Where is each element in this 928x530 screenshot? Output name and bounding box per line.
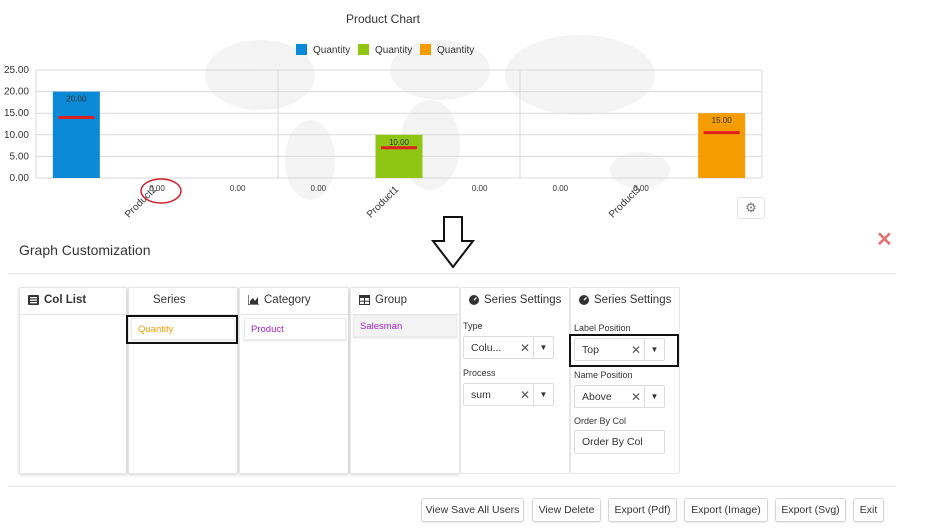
series-header: Series [129,288,237,312]
category-chip-product[interactable]: Product [244,318,346,340]
x-category-label: Product3 [607,184,643,220]
bar [52,91,100,178]
series-settings-panel-1: Series Settings Type Colu... ✕ ▼ Process… [460,287,570,474]
chart-title: Product Chart [346,12,421,26]
category-label: Category [264,294,311,306]
graph-customization-title: Graph Customization [19,242,151,258]
export-pdf-button[interactable]: Export (Pdf) [608,498,677,522]
chart-settings-button[interactable]: ⚙ [737,197,765,219]
red-circle-annotation [140,178,182,204]
divider [8,486,896,487]
data-label: 0.00 [230,184,246,193]
data-label: 20.00 [66,95,87,104]
legend-swatch [296,44,307,55]
y-tick-label: 10.00 [4,130,29,141]
order-by-input[interactable]: Order By Col [574,430,665,454]
series-settings-label-2: Series Settings [594,294,672,306]
tachometer-icon [469,295,479,305]
name-position-label: Name Position [574,370,633,380]
view-delete-button[interactable]: View Delete [532,498,601,522]
name-position-value: Above [582,390,612,403]
category-header: Category [240,288,348,312]
chevron-down-icon[interactable]: ▼ [533,384,553,405]
chevron-down-icon[interactable]: ▼ [644,386,664,407]
type-select[interactable]: Colu... ✕ ▼ [463,336,554,359]
legend-label: Quantity [437,45,474,56]
list-icon [28,295,39,305]
y-tick-label: 25.00 [4,65,29,76]
view-save-all-users-button[interactable]: View Save All Users [421,498,524,522]
col-list-panel[interactable]: Col List [19,287,127,474]
label-position-label: Label Position [574,323,631,333]
series-settings-label-1: Series Settings [484,294,562,306]
process-label: Process [463,368,496,378]
close-icon[interactable]: ✕ [876,230,893,250]
process-select[interactable]: sum ✕ ▼ [463,383,554,406]
clear-icon[interactable]: ✕ [517,388,533,402]
label-position-highlight-box [569,334,679,367]
clear-icon[interactable]: ✕ [628,390,644,404]
col-list-label: Col List [44,294,87,306]
group-panel[interactable]: Group Salesman [350,287,460,474]
data-label: 10.00 [389,138,410,147]
type-label: Type [463,321,483,331]
legend-label: Quantity [313,45,350,56]
export-svg-button[interactable]: Export (Svg) [775,498,846,522]
name-position-select[interactable]: Above ✕ ▼ [574,385,665,408]
series-highlight-box [126,315,238,344]
area-chart-icon [248,295,259,305]
tachometer-icon [579,295,589,305]
down-arrow-annotation [430,216,476,269]
y-tick-label: 5.00 [10,151,30,162]
order-by-label: Order By Col [574,416,627,426]
group-chip-salesman[interactable]: Salesman [353,315,457,337]
legend-label: Quantity [375,45,412,56]
series-settings-header-2: Series Settings [571,288,679,312]
series-settings-panel-2: Series Settings Label Position Top ✕ ▼ N… [570,287,680,474]
table-icon [359,295,370,305]
gear-icon: ⚙ [745,200,757,215]
x-category-label: Product1 [365,184,401,220]
export-image-button[interactable]: Export (Image) [684,498,768,522]
y-tick-label: 0.00 [10,173,30,184]
world-map-background [205,35,670,200]
group-header: Group [351,288,459,312]
data-label: 0.00 [311,184,327,193]
group-label: Group [375,294,407,306]
col-list-header: Col List [20,288,126,312]
divider [8,273,896,274]
series-settings-header-1: Series Settings [461,288,569,312]
y-tick-label: 20.00 [4,87,29,98]
clear-icon[interactable]: ✕ [517,341,533,355]
process-value: sum [471,388,491,401]
data-label: 0.00 [472,184,488,193]
legend-swatch [358,44,369,55]
chevron-down-icon[interactable]: ▼ [533,337,553,358]
y-tick-label: 15.00 [4,108,29,119]
data-label: 15.00 [712,116,733,125]
data-label: 0.00 [553,184,569,193]
category-panel[interactable]: Category Product [239,287,349,474]
legend-swatch [420,44,431,55]
exit-button[interactable]: Exit [853,498,884,522]
series-label: Series [153,294,186,306]
type-value: Colu... [471,341,502,354]
